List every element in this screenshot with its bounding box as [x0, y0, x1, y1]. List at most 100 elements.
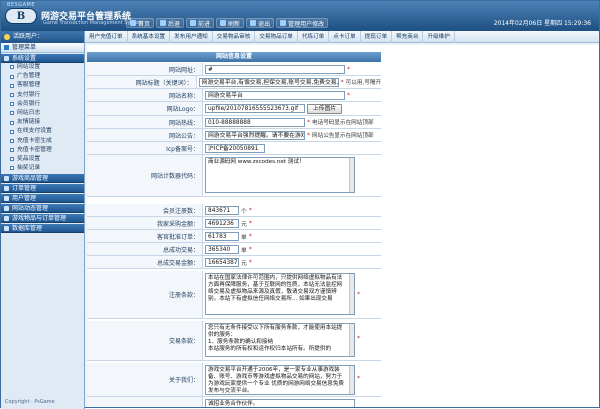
row-phone: 网站热线： 010-88888888 * 电话号码显示在网站顶部 [87, 116, 381, 129]
user-icon [4, 34, 10, 40]
folder-icon [4, 56, 9, 61]
icp-input[interactable]: 沪ICP备20050891 [205, 143, 265, 153]
page-icon [10, 102, 14, 107]
stats-code-scrollbar[interactable] [349, 158, 354, 192]
nav-forward-button[interactable]: 前进 [186, 18, 215, 28]
nav-back-button[interactable]: 后退 [156, 18, 185, 28]
app-header: BESGAME B 网游交易平台管理系统 Game Transaction Ma… [1, 1, 599, 31]
page-icon [10, 129, 14, 134]
phone-input[interactable]: 010-88888888 [205, 117, 305, 127]
trade-terms-scrollbar[interactable] [349, 324, 354, 356]
icp-label: Icp备案号： [87, 142, 203, 154]
logo-label: 网站Logo： [87, 102, 203, 115]
page-icon [10, 83, 14, 88]
row-total-amount: 总成交易金额： 16654387 元 * [87, 256, 381, 269]
row-logo: 网站Logo： upfile/20107816555523673.gif 上传图片 [87, 102, 381, 116]
nav-home-button[interactable]: 首页 [126, 18, 155, 28]
row-stats-code: 网站计数器代码： 商业源码网 www.zscodes.net 测试！ [87, 155, 381, 197]
sidebar-item-site-log[interactable]: 网站日志 [1, 109, 84, 118]
members-label: 会员注册数： [87, 204, 203, 216]
buy-count-label: 我家采购金额： [87, 217, 203, 229]
tab-user-notice[interactable]: 发布用户通知 [170, 31, 213, 43]
tab-powerlevel-orders[interactable]: 代练订单 [298, 31, 330, 43]
sidebar-group-database[interactable]: 数据库管理 [1, 224, 84, 234]
site-name-input[interactable]: 网游交易平台 [205, 90, 345, 100]
quick-tabs: 用户充值订单 系统基本设置 发布用户通知 交易物品审核 交易物品订单 代练订单 … [85, 31, 599, 43]
notice-input[interactable]: 网游交易平台强烈提醒。请不要在游戏 [205, 130, 305, 140]
about-scrollbar[interactable] [349, 366, 354, 394]
sidebar-item-support[interactable]: 客服管理 [1, 81, 84, 90]
logout-icon [250, 20, 257, 26]
tab-card-orders[interactable]: 点卡订单 [329, 31, 361, 43]
sidebar-item-pay-bank[interactable]: 支付银行 [1, 91, 84, 100]
buy-count-input[interactable]: 4691236 [205, 218, 239, 228]
back-icon [160, 20, 167, 26]
site-name-label: 网站名称： [87, 89, 203, 101]
total-amount-label: 总成交易金额： [87, 256, 203, 268]
nav-refresh-button[interactable]: 刷新 [216, 18, 245, 28]
stats-code-textarea[interactable]: 商业源码网 www.zscodes.net 测试！ [205, 157, 355, 193]
top-nav: 首页 后退 前进 刷新 退出 管理用户修改 [126, 18, 329, 28]
about-label: 关于我们： [87, 363, 203, 396]
sidebar-item-ads[interactable]: 广告管理 [1, 72, 84, 81]
home-icon [130, 20, 136, 26]
row-about: 关于我们： 游戏交易平台开通于2006年，是一家专业从事游戏装备、账号、游戏币等… [87, 363, 381, 397]
upload-image-button[interactable]: 上传图片 [307, 103, 343, 114]
tab-item-review[interactable]: 交易物品审核 [213, 31, 256, 43]
sidebar-item-member-bank[interactable]: 会员银行 [1, 100, 84, 109]
site-url-label: 网站网址： [87, 63, 203, 75]
folder-icon [4, 206, 9, 212]
total-orders-input[interactable]: 365340 [205, 244, 239, 254]
stats-code-label: 网站计数器代码： [87, 155, 203, 196]
members-input[interactable]: 843671 [205, 205, 239, 215]
sidebar-item-card-manage[interactable]: 充值卡密管理 [1, 146, 84, 155]
sidebar-group-news[interactable]: 网站动态管理 [1, 204, 84, 214]
site-url-input[interactable]: # [205, 64, 345, 74]
row-members: 会员注册数： 843671 个 * [87, 204, 381, 217]
tab-withdraw-orders[interactable]: 提现订单 [361, 31, 393, 43]
nav-user-edit-button[interactable]: 管理用户修改 [276, 18, 329, 28]
form-title: 网站信息设置 [87, 52, 381, 62]
keywords-hint: 可以用,号隔开 [345, 80, 381, 86]
folder-icon [4, 186, 9, 192]
bentley-logo-icon: B [5, 8, 37, 24]
row-trade-terms: 交易条款： 您只有无条件接受以下所有服务条款，才能使用本站提供的服务： 1、服务… [87, 321, 381, 361]
total-amount-input[interactable]: 16654387 [205, 257, 239, 267]
row-agreement: 注册条款： 本站在国家法律许可范围内，只提供网络虚拟物品有法方面再保障服务，基于… [87, 271, 381, 319]
agreement-textarea[interactable]: 本站在国家法律许可范围内，只提供网络虚拟物品有法方面再保障服务，基于互联网的性质… [205, 273, 355, 315]
agreement-label: 注册条款： [87, 271, 203, 318]
sidebar-item-links[interactable]: 友情链接 [1, 118, 84, 127]
agreement-scrollbar[interactable] [349, 274, 354, 314]
tab-upgrade[interactable]: 升级维护 [423, 31, 455, 43]
refresh-icon [220, 20, 227, 26]
logo: BESGAME B 网游交易平台管理系统 Game Transaction Ma… [5, 2, 143, 28]
sidebar-group-orders[interactable]: 订单管理 [1, 184, 84, 194]
tab-help-recharge[interactable]: 帮充商台 [392, 31, 424, 43]
tab-system-settings[interactable]: 系统基本设置 [128, 31, 171, 43]
keywords-input[interactable]: 网游交易平台,有偿交易,担保交易,账号交易,免费交易,网游交 [198, 77, 339, 87]
sidebar-item-card-generate[interactable]: 充值卡密生成 [1, 137, 84, 146]
menu-icon [4, 45, 9, 50]
row-icp: Icp备案号： 沪ICP备20050891 [87, 142, 381, 155]
page-icon [10, 157, 14, 162]
sidebar-item-prize[interactable]: 奖品设置 [1, 155, 84, 164]
sidebar-item-lottery-log[interactable]: 抽奖记录 [1, 164, 84, 173]
sidebar-group-users[interactable]: 用户管理 [1, 194, 84, 204]
folder-icon [4, 226, 9, 232]
logo-input[interactable]: upfile/20107816555523673.gif [205, 104, 305, 113]
about-textarea[interactable]: 游戏交易平台开通于2006年，是一家专业从事游戏装备、账号、游戏币等游戏虚拟物品… [205, 365, 355, 395]
app-window: BESGAME B 网游交易平台管理系统 Game Transaction Ma… [0, 0, 600, 409]
cooperation-textarea[interactable]: 诚招业务合作伙伴。 [205, 399, 355, 407]
sidebar-group-goods[interactable]: 游戏商品管理 [1, 174, 84, 184]
deals-input[interactable]: 61783 [205, 231, 239, 241]
nav-logout-button[interactable]: 退出 [246, 18, 275, 28]
sidebar-item-site-settings[interactable]: 网站设置 [1, 63, 84, 72]
tab-item-orders[interactable]: 交易物品订单 [255, 31, 298, 43]
trade-terms-textarea[interactable]: 您只有无条件接受以下所有服务条款，才能使用本站提供的服务： 1、服务条款的确认和… [205, 323, 355, 357]
sidebar-item-online-pay[interactable]: 在线支付设置 [1, 127, 84, 136]
sidebar-group-system[interactable]: 系统设置 [1, 54, 84, 63]
tab-recharge-orders[interactable]: 用户充值订单 [85, 31, 128, 43]
main-content: 网站信息设置 网站网址： # * 网站标题（关键词）： 网游交易平台,有偿交易,担… [87, 45, 599, 407]
sidebar-group-game-items[interactable]: 游戏物品与订单管理 [1, 214, 84, 224]
row-buy-count: 我家采购金额： 4691236 元 * [87, 217, 381, 230]
